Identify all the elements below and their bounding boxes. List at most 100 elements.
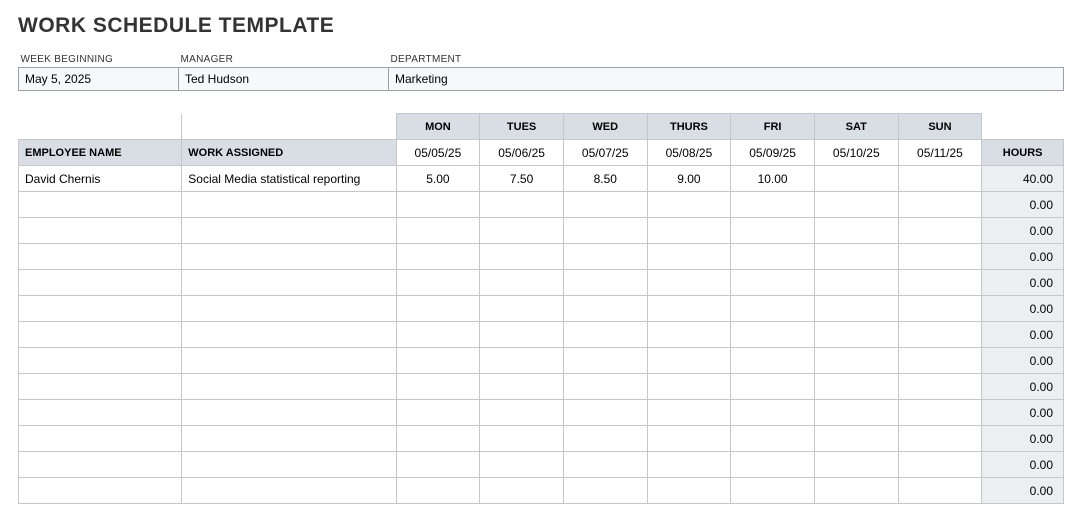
- day-cell[interactable]: [563, 192, 647, 218]
- day-cell[interactable]: [563, 400, 647, 426]
- day-cell[interactable]: [480, 296, 564, 322]
- day-cell[interactable]: [814, 478, 898, 504]
- day-cell[interactable]: [480, 426, 564, 452]
- day-cell[interactable]: [647, 452, 731, 478]
- day-cell[interactable]: [731, 452, 815, 478]
- day-cell[interactable]: [731, 426, 815, 452]
- work[interactable]: [182, 296, 396, 322]
- day-cell[interactable]: [480, 374, 564, 400]
- day-cell[interactable]: [898, 426, 982, 452]
- day-cell[interactable]: [814, 426, 898, 452]
- value-week-beginning[interactable]: May 5, 2025: [19, 68, 179, 91]
- day-cell[interactable]: [647, 270, 731, 296]
- day-cell[interactable]: [731, 478, 815, 504]
- name[interactable]: [19, 400, 182, 426]
- day-cell[interactable]: [814, 296, 898, 322]
- name[interactable]: [19, 426, 182, 452]
- day-cell[interactable]: [563, 218, 647, 244]
- day-cell[interactable]: [731, 192, 815, 218]
- day-cell[interactable]: [898, 478, 982, 504]
- day-cell[interactable]: [563, 244, 647, 270]
- day-cell[interactable]: [647, 478, 731, 504]
- day-cell[interactable]: [731, 348, 815, 374]
- name[interactable]: David Chernis: [19, 166, 182, 192]
- day-cell[interactable]: 7.50: [480, 166, 564, 192]
- day-cell[interactable]: [563, 452, 647, 478]
- day-cell[interactable]: [731, 218, 815, 244]
- day-cell[interactable]: [731, 400, 815, 426]
- work[interactable]: Social Media statistical reporting: [182, 166, 396, 192]
- day-cell[interactable]: 10.00: [731, 166, 815, 192]
- day-cell[interactable]: [731, 296, 815, 322]
- day-cell[interactable]: [563, 478, 647, 504]
- day-cell[interactable]: [898, 218, 982, 244]
- work[interactable]: [182, 218, 396, 244]
- day-cell[interactable]: [898, 270, 982, 296]
- day-cell[interactable]: [814, 166, 898, 192]
- name[interactable]: [19, 478, 182, 504]
- day-cell[interactable]: [480, 218, 564, 244]
- work[interactable]: [182, 374, 396, 400]
- day-cell[interactable]: [396, 374, 480, 400]
- day-cell[interactable]: [814, 192, 898, 218]
- day-cell[interactable]: [480, 244, 564, 270]
- day-cell[interactable]: [396, 478, 480, 504]
- day-cell[interactable]: [814, 322, 898, 348]
- day-cell[interactable]: [731, 374, 815, 400]
- day-cell[interactable]: [396, 218, 480, 244]
- day-cell[interactable]: [480, 400, 564, 426]
- day-cell[interactable]: [396, 270, 480, 296]
- name[interactable]: [19, 452, 182, 478]
- day-cell[interactable]: [647, 218, 731, 244]
- day-cell[interactable]: [647, 348, 731, 374]
- day-cell[interactable]: 8.50: [563, 166, 647, 192]
- value-manager[interactable]: Ted Hudson: [179, 68, 389, 91]
- day-cell[interactable]: [647, 296, 731, 322]
- day-cell[interactable]: [480, 452, 564, 478]
- day-cell[interactable]: [898, 348, 982, 374]
- day-cell[interactable]: [814, 270, 898, 296]
- name[interactable]: [19, 192, 182, 218]
- work[interactable]: [182, 270, 396, 296]
- day-cell[interactable]: [814, 348, 898, 374]
- day-cell[interactable]: [563, 296, 647, 322]
- name[interactable]: [19, 322, 182, 348]
- day-cell[interactable]: [647, 426, 731, 452]
- day-cell[interactable]: [647, 374, 731, 400]
- day-cell[interactable]: [898, 296, 982, 322]
- day-cell[interactable]: [647, 400, 731, 426]
- day-cell[interactable]: [563, 322, 647, 348]
- day-cell[interactable]: [563, 426, 647, 452]
- work[interactable]: [182, 400, 396, 426]
- day-cell[interactable]: [898, 322, 982, 348]
- name[interactable]: [19, 270, 182, 296]
- day-cell[interactable]: [898, 192, 982, 218]
- day-cell[interactable]: [480, 192, 564, 218]
- day-cell[interactable]: [480, 270, 564, 296]
- day-cell[interactable]: [814, 218, 898, 244]
- day-cell[interactable]: [898, 166, 982, 192]
- day-cell[interactable]: [396, 192, 480, 218]
- work[interactable]: [182, 348, 396, 374]
- day-cell[interactable]: [814, 400, 898, 426]
- work[interactable]: [182, 426, 396, 452]
- day-cell[interactable]: [814, 374, 898, 400]
- day-cell[interactable]: [480, 478, 564, 504]
- work[interactable]: [182, 452, 396, 478]
- day-cell[interactable]: [898, 400, 982, 426]
- day-cell[interactable]: [563, 374, 647, 400]
- day-cell[interactable]: [731, 322, 815, 348]
- day-cell[interactable]: [396, 296, 480, 322]
- day-cell[interactable]: [731, 270, 815, 296]
- work[interactable]: [182, 478, 396, 504]
- name[interactable]: [19, 374, 182, 400]
- day-cell[interactable]: [396, 426, 480, 452]
- name[interactable]: [19, 218, 182, 244]
- day-cell[interactable]: [480, 322, 564, 348]
- day-cell[interactable]: [563, 348, 647, 374]
- day-cell[interactable]: [898, 244, 982, 270]
- day-cell[interactable]: [898, 374, 982, 400]
- work[interactable]: [182, 244, 396, 270]
- day-cell[interactable]: [647, 192, 731, 218]
- work[interactable]: [182, 192, 396, 218]
